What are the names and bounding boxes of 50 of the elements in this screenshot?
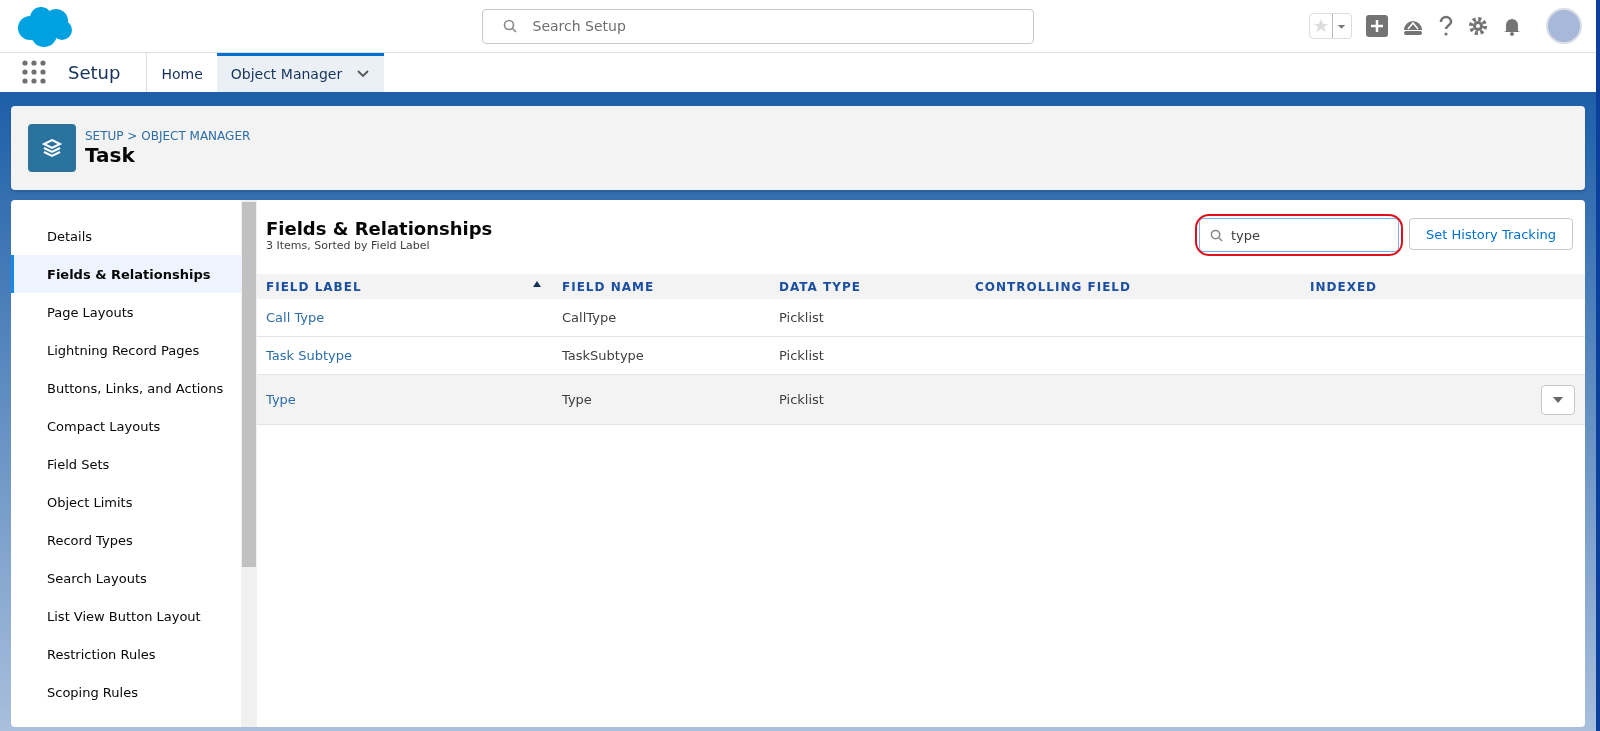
settings-icon[interactable] [1468,16,1488,36]
table-cell: TaskSubtype [562,348,644,363]
sidebar-item[interactable]: Search Layouts [11,559,241,597]
sidebar-item[interactable]: Field Sets [11,445,241,483]
column-header[interactable]: CONTROLLING FIELD [975,279,1131,294]
filter-value: type [1231,227,1261,243]
history-tracking-button[interactable]: Set History Tracking [1409,218,1573,250]
field-link[interactable]: Type [266,392,296,407]
chevron-down-icon [356,69,371,79]
column-header[interactable]: DATA TYPE [779,279,861,294]
help-icon[interactable] [1438,15,1454,37]
scrollbar[interactable] [241,200,257,727]
caret-icon [1552,395,1564,404]
add-icon[interactable] [1366,15,1388,37]
column-header[interactable]: INDEXED [1310,279,1378,294]
nav-tab[interactable]: Home [147,53,217,92]
sidebar-item[interactable]: Compact Layouts [11,407,241,445]
sidebar-item[interactable]: List View Button Layout [11,597,241,635]
search-icon [502,19,517,33]
table-cell: Picklist [779,310,824,325]
sidebar-item[interactable]: Buttons, Links, and Actions [11,369,241,407]
sidebar-item[interactable]: Restriction Rules [11,635,241,673]
sidebar-item[interactable]: Fields & Relationships [11,255,241,293]
search-placeholder: Search Setup [532,18,626,34]
breadcrumb[interactable]: SETUP > OBJECT MANAGER [85,129,251,143]
object-title: Task [85,143,136,167]
table-row[interactable]: Type Type Picklist [257,375,1585,425]
sidebar-item[interactable]: Details [11,217,241,255]
sidebar-item[interactable]: Lightning Record Pages [11,331,241,369]
nav-tab[interactable]: Object Manager [216,53,385,92]
table-cell: Picklist [779,348,824,363]
table-cell: CallType [562,310,617,325]
app-launcher-icon[interactable] [22,60,46,84]
sidebar-item[interactable]: Object Limits [11,483,241,521]
section-subtitle: 3 Items, Sorted by Field Label [266,239,431,252]
column-header[interactable]: FIELD NAME [562,279,655,294]
search-field[interactable]: Search Setup [481,8,1034,44]
table-cell: Type [562,392,592,407]
sidebar-item[interactable]: Page Layouts [11,293,241,331]
search-icon [1210,228,1223,242]
table-cell: Picklist [779,392,824,407]
sidebar-item[interactable]: Record Types [11,521,241,559]
section-title: Fields & Relationships [266,218,493,239]
field-link[interactable]: Call Type [266,310,325,325]
sidebar-item[interactable]: Scoping Rules [11,673,241,711]
notifications-icon[interactable] [1502,16,1522,36]
field-link[interactable]: Task Subtype [266,348,352,363]
column-header[interactable]: FIELD LABEL [266,279,362,294]
row-actions-button[interactable] [1541,384,1575,415]
layers-icon [28,124,76,172]
